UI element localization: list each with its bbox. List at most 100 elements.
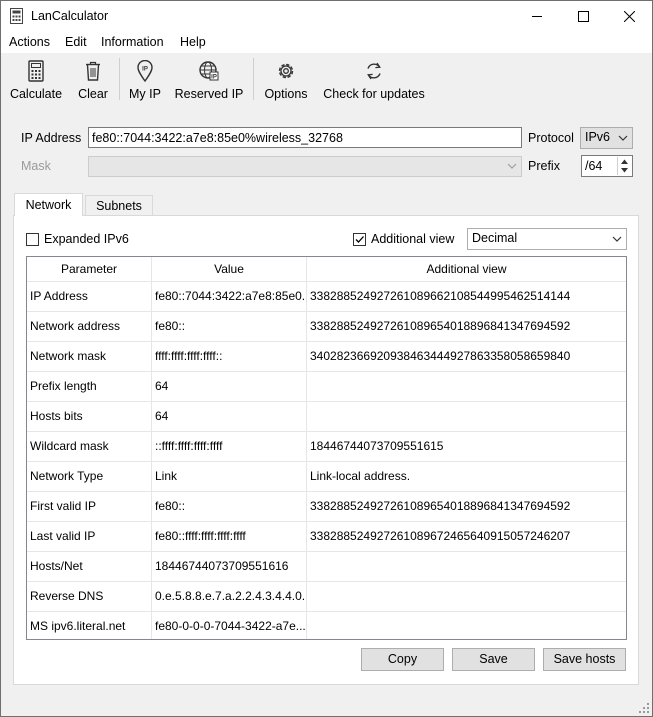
- additional-view-cell: [307, 401, 626, 431]
- value-cell: fe80::7044:3422:a7e8:85e0...: [152, 281, 307, 311]
- mask-select[interactable]: [88, 156, 522, 177]
- my-ip-button[interactable]: IP My IP: [123, 53, 167, 105]
- protocol-select[interactable]: IPv6: [580, 127, 633, 149]
- menu-information[interactable]: Information: [101, 35, 164, 49]
- window-title: LanCalculator: [31, 9, 109, 23]
- additional-view-checkbox[interactable]: [353, 233, 366, 246]
- tab-subnets[interactable]: Subnets: [85, 195, 153, 216]
- save-button[interactable]: Save: [452, 648, 535, 671]
- parameter-cell: Network Type: [27, 461, 152, 491]
- reserved-ip-label: Reserved IP: [174, 87, 244, 101]
- value-cell: fe80::: [152, 311, 307, 341]
- additional-view-cell: 338288524927261089672465640915057246207: [310, 529, 571, 543]
- prefix-value: /64: [585, 159, 603, 173]
- header-parameter[interactable]: Parameter: [27, 257, 152, 281]
- parameter-cell: Prefix length: [27, 371, 152, 401]
- additional-view-cell: 340282366920938463444927863358058659840: [310, 349, 571, 363]
- additional-view-label: Additional view: [371, 232, 455, 246]
- clear-button[interactable]: Clear: [71, 53, 115, 105]
- view-format-value: Decimal: [472, 231, 518, 245]
- minimize-button[interactable]: [514, 1, 560, 31]
- table-row[interactable]: Prefix length 64: [27, 371, 626, 402]
- view-format-select[interactable]: Decimal: [467, 228, 627, 250]
- table-row[interactable]: Hosts bits 64: [27, 401, 626, 432]
- table-row[interactable]: Last valid IP fe80::ffff:ffff:ffff:ffff …: [27, 521, 626, 552]
- chevron-down-icon: [612, 236, 622, 242]
- value-cell: fe80::: [152, 491, 307, 521]
- mask-label: Mask: [21, 159, 51, 173]
- value-cell: ::ffff:ffff:ffff:ffff: [152, 431, 307, 461]
- trash-icon: [86, 61, 100, 81]
- tab-network[interactable]: Network: [14, 193, 83, 216]
- calculator-app-icon: [10, 8, 23, 24]
- additional-view-cell: 18446744073709551615: [310, 439, 444, 453]
- results-table[interactable]: Parameter Value Additional view IP Addre…: [26, 256, 627, 640]
- additional-view-cell: [307, 551, 626, 581]
- chevron-down-icon: [507, 163, 517, 169]
- parameter-cell: MS ipv6.literal.net: [27, 611, 152, 639]
- save-hosts-button[interactable]: Save hosts: [543, 648, 626, 671]
- table-row[interactable]: Wildcard mask ::ffff:ffff:ffff:ffff 1844…: [27, 431, 626, 462]
- table-header: Parameter Value Additional view: [27, 257, 626, 282]
- value-cell: Link: [152, 461, 307, 491]
- header-value[interactable]: Value: [152, 257, 307, 281]
- resize-grip-icon[interactable]: [639, 703, 649, 713]
- refresh-icon: [367, 62, 381, 80]
- options-button[interactable]: Options: [259, 53, 313, 105]
- protocol-value: IPv6: [585, 130, 611, 144]
- header-additional-view[interactable]: Additional view: [307, 257, 626, 281]
- maximize-button[interactable]: [560, 1, 606, 31]
- table-row[interactable]: MS ipv6.literal.net fe80-0-0-0-7044-3422…: [27, 611, 626, 639]
- expanded-ipv6-checkbox[interactable]: [26, 233, 39, 246]
- table-row[interactable]: Network Type Link Link-local address.: [27, 461, 626, 492]
- check-for-updates-label: Check for updates: [323, 87, 425, 101]
- app-window: LanCalculator Actions Edit Information H…: [0, 0, 653, 717]
- checkmark-icon: [355, 236, 364, 243]
- table-row[interactable]: Hosts/Net 18446744073709551616: [27, 551, 626, 582]
- table-row[interactable]: First valid IP fe80:: 338288524927261089…: [27, 491, 626, 522]
- table-row[interactable]: Reverse DNS 0.e.5.8.8.e.7.a.2.2.4.3.4.4.…: [27, 581, 626, 612]
- additional-view-cell: 338288524927261089654018896841347694592: [310, 499, 571, 513]
- reserved-ip-button[interactable]: IP Reserved IP: [171, 53, 247, 105]
- options-label: Options: [264, 87, 308, 101]
- value-cell: 0.e.5.8.8.e.7.a.2.2.4.3.4.4.0....: [152, 581, 307, 611]
- spin-up-icon[interactable]: [620, 158, 629, 165]
- close-button[interactable]: [606, 1, 652, 31]
- menu-actions[interactable]: Actions: [9, 35, 50, 49]
- additional-view-cell: [307, 371, 626, 401]
- prefix-spinbox[interactable]: /64: [581, 155, 633, 177]
- menu-bar: Actions Edit Information Help: [1, 31, 652, 53]
- minimize-icon: [531, 15, 542, 17]
- parameter-cell: Wildcard mask: [27, 431, 152, 461]
- table-row[interactable]: Network mask ffff:ffff:ffff:ffff:: 34028…: [27, 341, 626, 372]
- table-row[interactable]: IP Address fe80::7044:3422:a7e8:85e0... …: [27, 281, 626, 312]
- parameter-cell: Reverse DNS: [27, 581, 152, 611]
- menu-edit[interactable]: Edit: [65, 35, 87, 49]
- check-for-updates-button[interactable]: Check for updates: [319, 53, 429, 105]
- value-cell: fe80::ffff:ffff:ffff:ffff: [152, 521, 307, 551]
- prefix-label: Prefix: [528, 159, 560, 173]
- globe-icon: IP: [199, 61, 219, 81]
- parameter-cell: Hosts bits: [27, 401, 152, 431]
- spin-down-icon[interactable]: [620, 167, 629, 174]
- expanded-ipv6-label: Expanded IPv6: [44, 232, 129, 246]
- calculate-button[interactable]: Calculate: [5, 53, 67, 105]
- ip-address-input[interactable]: [88, 127, 522, 148]
- my-ip-label: My IP: [129, 87, 161, 101]
- table-row[interactable]: Network address fe80:: 33828852492726108…: [27, 311, 626, 342]
- additional-view-cell: 338288524927261089662108544995462514144: [310, 289, 571, 303]
- svg-text:IP: IP: [211, 75, 217, 81]
- additional-view-cell: Link-local address.: [310, 469, 411, 483]
- additional-view-cell: [307, 611, 626, 639]
- value-cell: ffff:ffff:ffff:ffff::: [152, 341, 307, 371]
- copy-button[interactable]: Copy: [361, 648, 444, 671]
- gear-icon: [278, 63, 294, 79]
- svg-text:IP: IP: [142, 67, 148, 73]
- value-cell: fe80-0-0-0-7044-3422-a7e...: [152, 611, 307, 639]
- clear-label: Clear: [78, 87, 108, 101]
- parameter-cell: First valid IP: [27, 491, 152, 521]
- value-cell: 18446744073709551616: [152, 551, 307, 581]
- menu-help[interactable]: Help: [180, 35, 206, 49]
- maximize-icon: [577, 10, 589, 22]
- parameter-cell: Hosts/Net: [27, 551, 152, 581]
